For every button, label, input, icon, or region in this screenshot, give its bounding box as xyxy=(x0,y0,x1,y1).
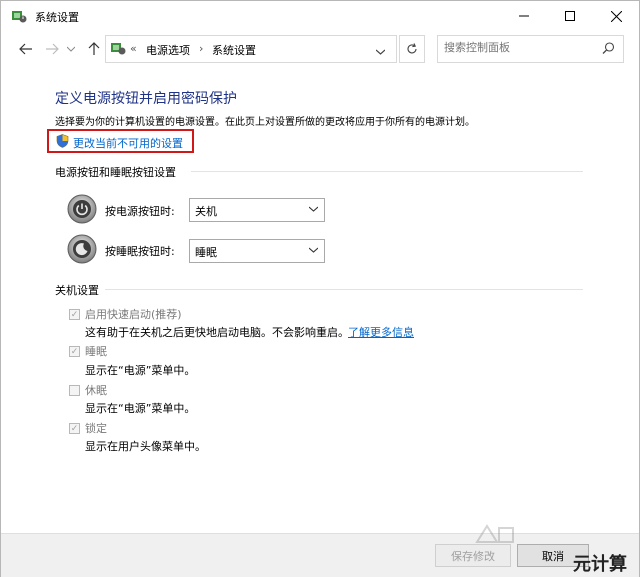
refresh-button[interactable] xyxy=(399,35,425,63)
title-bar[interactable]: 系统设置 xyxy=(1,1,639,31)
settings-window: 系统设置 « 电源选项 › 系统设置 搜索控制面板 定义电源按钮并启用密码保护 … xyxy=(0,0,640,577)
search-icon[interactable] xyxy=(602,42,615,58)
checkmark-icon: ✓ xyxy=(70,346,79,357)
power-button-action-select[interactable]: 关机 xyxy=(189,198,325,222)
power-options-icon xyxy=(11,8,27,24)
fast-startup-label: 启用快速启动(推荐) xyxy=(85,308,182,321)
lock-description: 显示在用户头像菜单中。 xyxy=(85,440,206,453)
minimize-icon xyxy=(519,15,529,17)
section-divider xyxy=(105,289,583,290)
page-description: 选择要为你的计算机设置的电源设置。在此页上对设置所做的更改将应用于你所有的电源计… xyxy=(55,117,475,128)
sleep-button-label: 按睡眠按钮时: xyxy=(105,245,175,258)
change-unavailable-settings-link[interactable]: 更改当前不可用的设置 xyxy=(73,135,183,151)
hibernate-label: 休眠 xyxy=(85,384,107,397)
lock-checkbox[interactable]: ✓ xyxy=(69,423,80,434)
close-icon xyxy=(610,10,622,22)
breadcrumb-separator: › xyxy=(199,42,204,55)
power-buttons-section-title: 电源按钮和睡眠按钮设置 xyxy=(55,166,176,179)
watermark-logo-icon xyxy=(475,522,515,547)
control-panel-icon xyxy=(110,40,126,59)
chevron-down-icon xyxy=(308,243,319,260)
shutdown-section-title: 关机设置 xyxy=(55,284,99,297)
checkmark-icon: ✓ xyxy=(70,423,79,434)
forward-button[interactable] xyxy=(43,40,61,58)
breadcrumb-overflow[interactable]: « xyxy=(130,42,137,55)
chevron-down-icon xyxy=(308,202,319,219)
maximize-icon xyxy=(565,11,575,21)
arrow-up-icon xyxy=(88,42,100,55)
checkmark-icon: ✓ xyxy=(70,309,79,320)
save-changes-button[interactable]: 保存修改 xyxy=(435,544,511,567)
power-button-label: 按电源按钮时: xyxy=(105,205,175,218)
hibernate-checkbox[interactable] xyxy=(69,385,80,396)
search-input[interactable] xyxy=(444,41,594,54)
recent-locations-button[interactable] xyxy=(65,40,77,58)
breadcrumb-power-options[interactable]: 电源选项 xyxy=(146,42,190,58)
chevron-down-icon xyxy=(67,46,75,52)
uac-shield-icon xyxy=(56,134,69,151)
back-button[interactable] xyxy=(17,40,35,58)
sleep-button-action-select[interactable]: 睡眠 xyxy=(189,239,325,263)
refresh-icon xyxy=(407,43,417,54)
learn-more-link[interactable]: 了解更多信息 xyxy=(348,324,414,340)
breadcrumb-system-settings[interactable]: 系统设置 xyxy=(212,42,256,58)
fast-startup-checkbox[interactable]: ✓ xyxy=(69,309,80,320)
arrow-right-icon xyxy=(46,43,59,55)
maximize-button[interactable] xyxy=(547,1,593,31)
search-box[interactable] xyxy=(437,35,624,63)
address-bar[interactable]: « 电源选项 › 系统设置 xyxy=(105,35,397,63)
minimize-button[interactable] xyxy=(501,1,547,31)
sleep-description: 显示在“电源”菜单中。 xyxy=(85,364,196,377)
power-button-action-value: 关机 xyxy=(195,205,217,218)
close-button[interactable] xyxy=(593,1,639,31)
sleep-label: 睡眠 xyxy=(85,345,107,358)
footer-bar: 保存修改 取消 xyxy=(1,533,639,577)
sleep-checkbox[interactable]: ✓ xyxy=(69,346,80,357)
section-divider xyxy=(191,171,583,172)
address-dropdown-icon[interactable] xyxy=(375,45,386,58)
page-title: 定义电源按钮并启用密码保护 xyxy=(55,91,237,107)
hibernate-description: 显示在“电源”菜单中。 xyxy=(85,402,196,415)
watermark-text: 元计算 xyxy=(573,554,627,575)
power-button-icon xyxy=(67,194,97,227)
lock-label: 锁定 xyxy=(85,422,107,435)
arrow-left-icon xyxy=(19,43,32,55)
fast-startup-description: 这有助于在关机之后更快地启动电脑。不会影响重启。 xyxy=(85,326,349,339)
sleep-button-icon xyxy=(67,234,97,267)
up-button[interactable] xyxy=(85,40,103,58)
sleep-button-action-value: 睡眠 xyxy=(195,246,217,259)
window-title: 系统设置 xyxy=(35,11,79,24)
